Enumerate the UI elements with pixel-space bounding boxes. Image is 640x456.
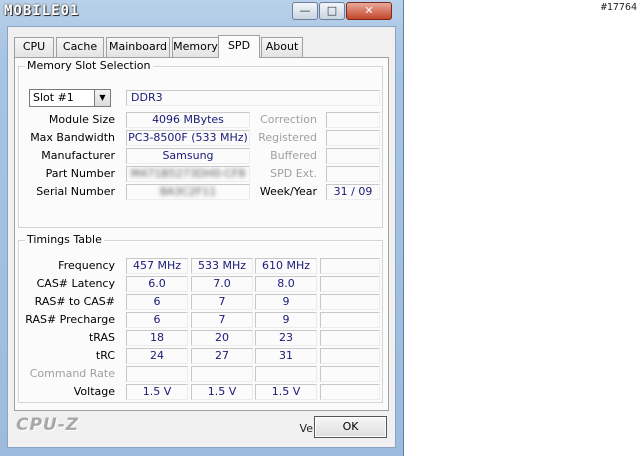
timing-cell: 23 — [255, 330, 317, 346]
module-size-label: Module Size — [48, 113, 115, 126]
memory-slot-group: Memory Slot Selection Slot #1 ▼ DDR3 Mod… — [18, 59, 383, 228]
part-number-value: M471B5273DH0-CF8 — [130, 167, 246, 180]
max-bandwidth-label: Max Bandwidth — [30, 131, 115, 144]
manufacturer-label: Manufacturer — [41, 149, 115, 162]
timing-row-label: Command Rate — [29, 367, 115, 380]
timing-cell — [255, 366, 317, 382]
cpuz-window: MOBILE01 — □ ✕ CPU Cache Mainboard Memor… — [0, 0, 404, 456]
timing-cell — [320, 258, 380, 274]
spd-panel: Memory Slot Selection Slot #1 ▼ DDR3 Mod… — [14, 57, 389, 435]
timing-cell — [191, 366, 253, 382]
registered-label: Registered — [258, 131, 317, 144]
part-number-field: M471B5273DH0-CF8 — [126, 166, 250, 182]
title-bar[interactable]: MOBILE01 — □ ✕ — [0, 0, 404, 26]
cpuz-brand-logo: CPU-Z — [16, 415, 80, 435]
spd-ext-field — [326, 166, 380, 182]
timing-cell: 533 MHz — [191, 258, 253, 274]
client-area: CPU Cache Mainboard Memory SPD About Mem… — [7, 26, 396, 448]
timing-cell: 610 MHz — [255, 258, 317, 274]
timing-cell — [320, 348, 380, 364]
spd-ext-label: SPD Ext. — [270, 167, 317, 180]
correction-field — [326, 112, 380, 128]
timing-cell — [320, 366, 380, 382]
tab-memory[interactable]: Memory — [172, 37, 219, 57]
image-id-label: #17764 — [600, 2, 637, 13]
max-bandwidth-field: PC3-8500F (533 MHz) — [126, 130, 250, 146]
timing-cell: 1.5 V — [255, 384, 317, 400]
timing-row-label: Voltage — [73, 385, 115, 398]
timing-cell: 6.0 — [126, 276, 188, 292]
timing-cell — [126, 366, 188, 382]
week-year-field: 31 / 09 — [326, 184, 380, 200]
tab-spd[interactable]: SPD — [218, 35, 260, 58]
tab-cpu[interactable]: CPU — [14, 37, 54, 57]
timing-cell: 7 — [191, 312, 253, 328]
buffered-field — [326, 148, 380, 164]
timing-row-label: RAS# to CAS# — [34, 295, 115, 308]
timing-row-label: RAS# Precharge — [25, 313, 115, 326]
timing-cell: 9 — [255, 294, 317, 310]
timings-group-title: Timings Table — [25, 233, 104, 246]
tab-about[interactable]: About — [261, 37, 303, 57]
timing-cell — [320, 294, 380, 310]
timing-cell: 457 MHz — [126, 258, 188, 274]
timing-row-label: CAS# Latency — [36, 277, 115, 290]
tab-mainboard[interactable]: Mainboard — [106, 37, 170, 57]
timing-cell — [320, 384, 380, 400]
timing-cell: 24 — [126, 348, 188, 364]
timing-cell — [320, 276, 380, 292]
timing-cell: 18 — [126, 330, 188, 346]
timing-row-label: Frequency — [58, 259, 115, 272]
timing-cell — [320, 312, 380, 328]
registered-field — [326, 130, 380, 146]
slot-select-value: Slot #1 — [33, 91, 74, 104]
watermark-logo: MOBILE01 — [4, 3, 80, 19]
timing-cell: 8.0 — [255, 276, 317, 292]
timing-cell: 6 — [126, 294, 188, 310]
chevron-down-icon[interactable]: ▼ — [94, 90, 110, 106]
timing-cell: 20 — [191, 330, 253, 346]
timing-row-label: tRAS — [88, 331, 115, 344]
slot-select[interactable]: Slot #1 ▼ — [29, 89, 111, 107]
timing-row-label: tRC — [95, 349, 115, 362]
timing-cell: 6 — [126, 312, 188, 328]
maximize-button[interactable]: □ — [319, 2, 345, 20]
serial-number-field: 8A3C2F11 — [126, 184, 250, 200]
timing-cell: 27 — [191, 348, 253, 364]
memory-type-field: DDR3 — [126, 90, 380, 106]
timing-cell: 1.5 V — [126, 384, 188, 400]
serial-number-value: 8A3C2F11 — [159, 185, 217, 198]
serial-number-label: Serial Number — [36, 185, 115, 198]
timing-cell — [320, 330, 380, 346]
ok-button[interactable]: OK — [314, 416, 387, 438]
tab-cache[interactable]: Cache — [56, 37, 104, 57]
timing-cell: 7 — [191, 294, 253, 310]
timings-group: Timings Table Frequency 457 MHz 533 MHz 610… — [18, 233, 383, 403]
module-size-field: 4096 MBytes — [126, 112, 250, 128]
timing-cell: 1.5 V — [191, 384, 253, 400]
timing-cell: 31 — [255, 348, 317, 364]
week-year-label: Week/Year — [259, 185, 317, 198]
memory-slot-group-title: Memory Slot Selection — [25, 59, 153, 72]
manufacturer-field: Samsung — [126, 148, 250, 164]
part-number-label: Part Number — [45, 167, 115, 180]
close-button[interactable]: ✕ — [346, 2, 392, 20]
timing-cell: 9 — [255, 312, 317, 328]
buffered-label: Buffered — [270, 149, 317, 162]
correction-label: Correction — [260, 113, 317, 126]
timing-cell: 7.0 — [191, 276, 253, 292]
minimize-button[interactable]: — — [292, 2, 318, 20]
